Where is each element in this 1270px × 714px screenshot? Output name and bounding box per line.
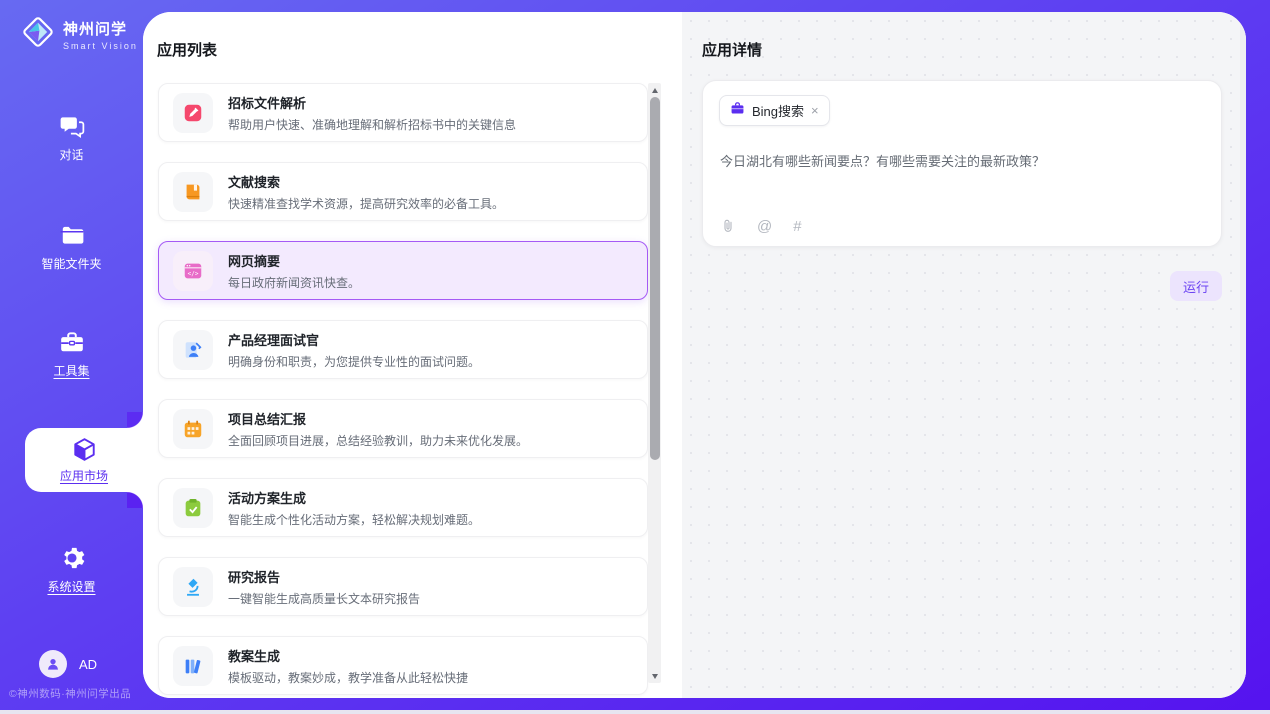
project-report-icon [173, 409, 213, 449]
sidebar-item-label: 对话 [59, 146, 83, 163]
brand-subtitle: Smart Vision [63, 41, 138, 51]
activity-plan-icon [173, 488, 213, 528]
app-card-desc: 全面回顾项目进展，总结经验教训，助力未来优化发展。 [228, 432, 528, 449]
scroll-up-icon[interactable] [648, 83, 661, 97]
app-card-activity-plan[interactable]: 活动方案生成 智能生成个性化活动方案，轻松解决规划难题。 [158, 478, 648, 537]
app-card-pm-interviewer[interactable]: 产品经理面试官 明确身份和职责，为您提供专业性的面试问题。 [158, 320, 648, 379]
run-button[interactable]: 运行 [1170, 271, 1222, 301]
mention-icon[interactable]: @ [757, 218, 772, 235]
app-card-desc: 每日政府新闻资讯快查。 [228, 274, 360, 291]
hash-icon[interactable]: # [793, 218, 801, 235]
close-icon[interactable]: × [811, 104, 819, 117]
svg-text:</>: </> [188, 270, 199, 277]
webpage-summary-icon: </> [173, 251, 213, 291]
query-editor-card: Bing搜索 × 今日湖北有哪些新闻要点？有哪些需要关注的最新政策？ @ # [702, 80, 1222, 247]
app-card-title: 产品经理面试官 [228, 330, 480, 349]
app-card-title: 教案生成 [228, 646, 468, 665]
folder-icon [0, 222, 143, 248]
app-card-desc: 一键智能生成高质量长文本研究报告 [228, 590, 420, 607]
app-card-desc: 帮助用户快速、准确地理解和解析招标书中的关键信息 [228, 116, 516, 133]
app-card-tender-parse[interactable]: 招标文件解析 帮助用户快速、准确地理解和解析招标书中的关键信息 [158, 83, 648, 142]
scrollbar-thumb[interactable] [650, 97, 660, 460]
app-list-scrollbar [648, 83, 661, 683]
paperclip-icon[interactable] [720, 217, 736, 235]
cube-icon [25, 436, 143, 463]
gear-icon [0, 545, 143, 571]
sidebar-item-smart-folder[interactable]: 智能文件夹 [0, 222, 143, 273]
query-textbox[interactable]: 今日湖北有哪些新闻要点？有哪些需要关注的最新政策？ [720, 152, 1205, 172]
sidebar-item-settings[interactable]: 系统设置 [0, 545, 143, 596]
research-report-icon [173, 567, 213, 607]
app-card-title: 活动方案生成 [228, 488, 480, 507]
user-account[interactable]: AD [39, 650, 97, 678]
tender-doc-icon [173, 93, 213, 133]
app-card-title: 招标文件解析 [228, 93, 516, 112]
detail-scrollbar-track[interactable] [1240, 12, 1246, 698]
brand-name: 神州问学 [63, 18, 138, 39]
page-bottom-strip [0, 710, 1270, 714]
sidebar-item-label: 智能文件夹 [41, 255, 101, 272]
app-card-project-report[interactable]: 项目总结汇报 全面回顾项目进展，总结经验教训，助力未来优化发展。 [158, 399, 648, 458]
avatar [39, 650, 67, 678]
app-card-literature-search[interactable]: 文献搜索 快速精准查找学术资源，提高研究效率的必备工具。 [158, 162, 648, 221]
app-detail-title: 应用详情 [702, 39, 762, 60]
app-card-desc: 模板驱动，教案妙成，教学准备从此轻松快捷 [228, 669, 468, 686]
sidebar-item-app-market[interactable]: 应用市场 [25, 428, 143, 492]
brand-logo: 神州问学 Smart Vision [20, 14, 138, 55]
main-content: 应用列表 招标文件解析 帮助用户快速、准确地理解和解析招标书中的关键信息 [143, 12, 1246, 698]
tool-tag-bing-search[interactable]: Bing搜索 × [719, 95, 830, 126]
app-card-lesson-plan[interactable]: 教案生成 模板驱动，教案妙成，教学准备从此轻松快捷 [158, 636, 648, 695]
brand-diamond-icon [20, 14, 56, 55]
briefcase-icon [730, 101, 745, 121]
sidebar-item-label: 应用市场 [60, 467, 108, 484]
sidebar-item-chat[interactable]: 对话 [0, 113, 143, 164]
sidebar-item-label: 工具集 [53, 362, 89, 379]
app-card-webpage-summary[interactable]: </> 网页摘要 每日政府新闻资讯快查。 [158, 241, 648, 300]
sidebar: 神州问学 Smart Vision 对话 智能文件夹 [0, 0, 143, 710]
app-card-title: 文献搜索 [228, 172, 504, 191]
literature-search-icon [173, 172, 213, 212]
copyright-footer: ©神州数码·神州问学出品 [9, 686, 131, 701]
toolbox-icon [0, 329, 143, 355]
app-card-title: 项目总结汇报 [228, 409, 528, 428]
interviewer-icon [173, 330, 213, 370]
user-name: AD [79, 657, 97, 672]
app-card-desc: 快速精准查找学术资源，提高研究效率的必备工具。 [228, 195, 504, 212]
scroll-down-icon[interactable] [648, 669, 661, 683]
app-card-desc: 智能生成个性化活动方案，轻松解决规划难题。 [228, 511, 480, 528]
app-card-research-report[interactable]: 研究报告 一键智能生成高质量长文本研究报告 [158, 557, 648, 616]
attachment-toolbar: @ # [720, 217, 802, 235]
app-list-title: 应用列表 [157, 39, 217, 60]
app-card-list: 招标文件解析 帮助用户快速、准确地理解和解析招标书中的关键信息 文献搜索 快速精… [158, 83, 648, 698]
sidebar-item-toolset[interactable]: 工具集 [0, 329, 143, 380]
chat-icon [0, 113, 143, 139]
tool-tag-label: Bing搜索 [752, 101, 804, 120]
app-card-title: 研究报告 [228, 567, 420, 586]
sidebar-item-label: 系统设置 [47, 578, 95, 595]
app-card-title: 网页摘要 [228, 251, 360, 270]
app-detail-panel: 应用详情 Bing搜索 × 今日湖北有哪些新闻要点？有哪些需要关注的最新政策？ [682, 12, 1246, 698]
lesson-plan-icon [173, 646, 213, 686]
app-list-panel: 应用列表 招标文件解析 帮助用户快速、准确地理解和解析招标书中的关键信息 [143, 12, 682, 698]
app-card-desc: 明确身份和职责，为您提供专业性的面试问题。 [228, 353, 480, 370]
